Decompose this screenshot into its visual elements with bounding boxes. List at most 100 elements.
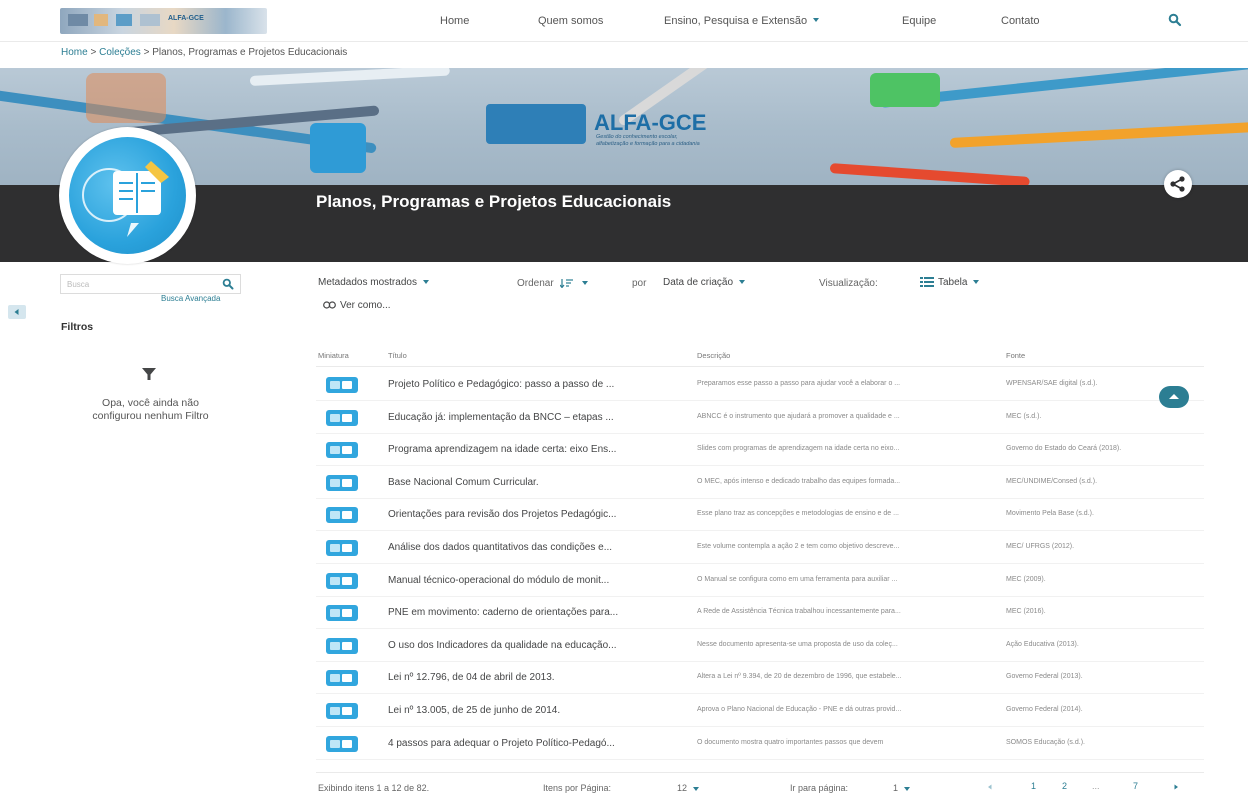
banner-subtitle-line1: Gestão do conhecimento escolar, xyxy=(596,134,678,140)
item-thumbnail[interactable] xyxy=(326,670,358,687)
view-mode-value: Tabela xyxy=(938,277,968,288)
table-row[interactable]: Educação já: implementação da BNCC – eta… xyxy=(316,401,1204,434)
items-count-text: Exibindo itens 1 a 12 de 82. xyxy=(318,783,430,793)
logo-graphic xyxy=(140,14,160,26)
items-per-page-dropdown[interactable]: 12 xyxy=(677,783,700,793)
nav-team[interactable]: Equipe xyxy=(902,15,936,27)
chevron-down-icon xyxy=(813,18,820,23)
item-source: Governo Federal (2013). xyxy=(1006,673,1083,681)
nav-teaching[interactable]: Ensino, Pesquisa e Extensão xyxy=(664,15,820,27)
nav-about[interactable]: Quem somos xyxy=(538,15,603,27)
book-icon xyxy=(82,161,169,237)
page-1-link[interactable]: 1 xyxy=(1031,781,1036,791)
metadata-shown-dropdown[interactable]: Metadados mostrados xyxy=(318,277,429,288)
table-row[interactable]: Orientações para revisão dos Projetos Pe… xyxy=(316,498,1204,532)
breadcrumb-separator: > xyxy=(143,47,150,58)
table-row[interactable]: Base Nacional Comum Curricular. O MEC, ap… xyxy=(316,466,1204,499)
view-mode-dropdown[interactable]: Tabela xyxy=(920,277,980,288)
column-header-description: Descrição xyxy=(697,351,731,360)
search-input[interactable] xyxy=(67,278,207,290)
collection-title: Planos, Programas e Projetos Educacionai… xyxy=(316,192,672,211)
item-title[interactable]: Lei nº 12.796, de 04 de abril de 2013. xyxy=(388,672,555,683)
item-title[interactable]: Análise dos dados quantitativos das cond… xyxy=(388,542,612,553)
item-thumbnail[interactable] xyxy=(326,409,358,426)
logo-graphic xyxy=(116,14,132,26)
nav-home[interactable]: Home xyxy=(440,15,469,27)
item-title[interactable]: Programa aprendizagem na idade certa: ei… xyxy=(388,444,616,455)
collapse-sidebar-button[interactable] xyxy=(8,305,26,319)
item-description: O MEC, após intenso e dedicado trabalho … xyxy=(697,477,901,485)
item-title[interactable]: Educação já: implementação da BNCC – eta… xyxy=(388,412,614,423)
chevron-down-icon xyxy=(973,280,980,285)
banner-decoration xyxy=(829,163,1030,185)
item-title[interactable]: PNE em movimento: caderno de orientações… xyxy=(388,607,618,618)
item-thumbnail[interactable] xyxy=(326,540,358,556)
table-row[interactable]: O uso dos Indicadores da qualidade na ed… xyxy=(316,629,1204,662)
search-icon[interactable] xyxy=(222,278,234,290)
item-thumbnail[interactable] xyxy=(326,735,358,752)
search-icon[interactable] xyxy=(1168,13,1182,27)
item-thumbnail[interactable] xyxy=(326,442,358,459)
back-to-top-button[interactable] xyxy=(1159,386,1189,408)
item-thumbnail[interactable] xyxy=(326,605,358,622)
breadcrumb-home[interactable]: Home xyxy=(61,47,88,58)
view-as-button[interactable]: Ver como... xyxy=(323,300,391,311)
chevron-left-icon xyxy=(14,309,19,315)
item-title[interactable]: 4 passos para adequar o Projeto Político… xyxy=(388,738,615,749)
table-row[interactable]: PNE em movimento: caderno de orientações… xyxy=(316,596,1204,630)
item-description: Esse plano traz as concepções e metodolo… xyxy=(697,510,899,518)
item-source: MEC (s.d.). xyxy=(1006,412,1042,420)
nav-contact[interactable]: Contato xyxy=(1001,15,1040,27)
goto-page-value: 1 xyxy=(893,783,899,793)
view-as-label: Ver como... xyxy=(340,300,391,311)
chevron-down-icon xyxy=(904,786,911,791)
items-per-page-value: 12 xyxy=(677,783,688,793)
item-description: Altera a Lei nº 9.394, de 20 de dezembro… xyxy=(697,673,902,681)
no-filters-line1: Opa, você ainda não xyxy=(102,397,199,409)
table-row[interactable]: Lei nº 12.796, de 04 de abril de 2013. Al… xyxy=(316,661,1204,695)
sort-field-dropdown[interactable]: Data de criação xyxy=(663,277,746,288)
column-header-source: Fonte xyxy=(1006,351,1026,360)
item-title[interactable]: Manual técnico-operacional do módulo de … xyxy=(388,575,609,586)
pagination-divider xyxy=(316,772,1204,773)
next-page-icon[interactable] xyxy=(1172,783,1180,791)
goto-page-dropdown[interactable]: 1 xyxy=(893,783,911,793)
item-title[interactable]: Orientações para revisão dos Projetos Pe… xyxy=(388,509,616,520)
table-row[interactable]: Análise dos dados quantitativos das cond… xyxy=(316,531,1204,564)
chevron-down-icon xyxy=(739,280,746,285)
table-row[interactable]: Lei nº 13.005, de 25 de junho de 2014. Ap… xyxy=(316,694,1204,727)
sort-field-label: Data de criação xyxy=(663,277,734,288)
sort-order-dropdown[interactable]: Ordenar xyxy=(517,278,589,289)
share-button[interactable] xyxy=(1164,170,1192,198)
row-divider xyxy=(316,758,1204,760)
item-source: Governo Federal (2014). xyxy=(1006,706,1083,713)
page-ellipsis: ... xyxy=(1092,781,1100,791)
item-thumbnail[interactable] xyxy=(326,507,358,524)
item-thumbnail[interactable] xyxy=(326,572,358,589)
page-7-link[interactable]: 7 xyxy=(1133,781,1138,791)
item-thumbnail[interactable] xyxy=(326,474,358,491)
item-thumbnail[interactable] xyxy=(326,377,358,393)
page-2-link[interactable]: 2 xyxy=(1062,781,1067,791)
breadcrumb-collections[interactable]: Coleções xyxy=(99,47,141,58)
nav-teaching-label: Ensino, Pesquisa e Extensão xyxy=(664,15,808,27)
item-description: ABNCC é o instrumento que ajudará a prom… xyxy=(697,412,900,420)
table-row[interactable]: Manual técnico-operacional do módulo de … xyxy=(316,564,1204,597)
item-description: Aprova o Plano Nacional de Educação - PN… xyxy=(697,706,902,713)
previous-page-icon[interactable] xyxy=(986,783,994,791)
table-row[interactable]: Programa aprendizagem na idade certa: ei… xyxy=(316,433,1204,467)
item-description: Preparamos esse passo a passo para ajuda… xyxy=(697,380,901,387)
item-title[interactable]: O uso dos Indicadores da qualidade na ed… xyxy=(388,640,617,651)
item-thumbnail[interactable] xyxy=(326,637,358,654)
item-title[interactable]: Projeto Político e Pedagógico: passo a p… xyxy=(388,379,614,390)
advanced-search-link[interactable]: Busca Avançada xyxy=(161,294,220,303)
item-title[interactable]: Lei nº 13.005, de 25 de junho de 2014. xyxy=(388,705,560,716)
column-header-thumbnail: Miniatura xyxy=(318,351,349,360)
table-row[interactable]: 4 passos para adequar o Projeto Político… xyxy=(316,727,1204,760)
item-title[interactable]: Base Nacional Comum Curricular. xyxy=(388,477,539,488)
chevron-down-icon xyxy=(693,786,700,791)
banner-subtitle-line2: alfabetização e formação para a cidadani… xyxy=(596,141,700,147)
site-logo[interactable]: ALFA-GCE xyxy=(60,8,267,34)
table-row[interactable]: Projeto Político e Pedagógico: passo a p… xyxy=(316,368,1204,401)
item-thumbnail[interactable] xyxy=(326,703,358,719)
